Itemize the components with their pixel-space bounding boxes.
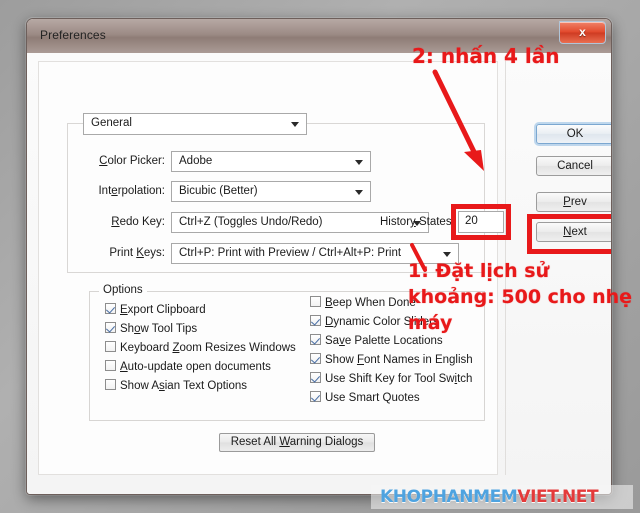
- history-states-label: History States: [380, 216, 452, 228]
- watermark: KHOPHANMEMVIET.NET: [371, 485, 633, 509]
- reset-all-warning-dialogs-button[interactable]: Reset All Warning Dialogs: [219, 433, 375, 452]
- prev-button[interactable]: Prev: [536, 192, 611, 212]
- annotation-step-2: 2: nhấn 4 lần: [412, 44, 560, 68]
- checkbox-icon: [310, 334, 321, 345]
- checkbox-use-shift-key-for-tool-switch[interactable]: Use Shift Key for Tool Switch: [310, 372, 472, 386]
- checkbox-label: Beep When Done: [325, 297, 416, 309]
- interpolation-value: Bicubic (Better): [179, 185, 258, 197]
- chevron-down-icon: [355, 190, 363, 195]
- checkbox-save-palette-locations[interactable]: Save Palette Locations: [310, 334, 443, 348]
- checkbox-icon: [105, 303, 116, 314]
- interpolation-dropdown[interactable]: Bicubic (Better): [171, 181, 371, 202]
- interpolation-label: Interpolation:: [98, 185, 165, 197]
- checkbox-show-font-names-in-english[interactable]: Show Font Names in English: [310, 353, 473, 367]
- annotation-step-1: 1: Đặt lịch sử khoảng: 500 cho nhẹ máy: [408, 260, 633, 334]
- color-picker-label: Color Picker:: [99, 155, 165, 167]
- checkbox-label: Show Tool Tips: [120, 323, 198, 335]
- checkbox-icon: [310, 353, 321, 364]
- checkbox-label: Auto-update open documents: [120, 361, 271, 373]
- watermark-red-part: VIET.NET: [517, 487, 599, 507]
- window-title: Preferences: [40, 28, 106, 42]
- checkbox-icon: [310, 372, 321, 383]
- checkbox-show-tool-tips[interactable]: Show Tool Tips: [105, 322, 197, 336]
- checkbox-icon: [310, 315, 321, 326]
- checkbox-label: Keyboard Zoom Resizes Windows: [120, 342, 296, 354]
- checkbox-icon: [105, 341, 116, 352]
- checkbox-auto-update-open-documents[interactable]: Auto-update open documents: [105, 360, 271, 374]
- category-dropdown[interactable]: General: [83, 113, 307, 135]
- checkbox-label: Save Palette Locations: [325, 335, 443, 347]
- checkbox-beep-when-done[interactable]: Beep When Done: [310, 296, 416, 310]
- color-picker-value: Adobe: [179, 155, 213, 167]
- checkbox-icon: [310, 296, 321, 307]
- checkbox-icon: [310, 391, 321, 402]
- close-icon[interactable]: x: [559, 21, 606, 44]
- settings-group-frame-top-left: [67, 123, 83, 124]
- redo-key-label: Redo Key:: [111, 216, 165, 228]
- preferences-dialog: Preferences x General Color Picker: Adob…: [26, 18, 612, 495]
- checkbox-use-smart-quotes[interactable]: Use Smart Quotes: [310, 391, 420, 405]
- checkbox-keyboard-zoom-resizes-windows[interactable]: Keyboard Zoom Resizes Windows: [105, 341, 296, 355]
- chevron-down-icon: [355, 160, 363, 165]
- checkbox-show-asian-text-options[interactable]: Show Asian Text Options: [105, 379, 247, 393]
- checkbox-label: Use Shift Key for Tool Switch: [325, 373, 473, 385]
- history-states-input[interactable]: 20: [458, 211, 504, 233]
- chevron-down-icon: [291, 122, 299, 127]
- watermark-blue-part: KHOPHANMEM: [380, 487, 518, 507]
- checkbox-export-clipboard[interactable]: Export Clipboard: [105, 303, 206, 317]
- checkbox-label: Show Font Names in English: [325, 354, 473, 366]
- color-picker-dropdown[interactable]: Adobe: [171, 151, 371, 172]
- print-keys-label: Print Keys:: [109, 247, 165, 259]
- category-dropdown-value: General: [91, 117, 132, 129]
- ok-button[interactable]: OK: [536, 124, 611, 144]
- chevron-down-icon: [443, 252, 451, 257]
- options-group-label: Options: [99, 284, 147, 296]
- checkbox-icon: [105, 360, 116, 371]
- checkbox-icon: [105, 322, 116, 333]
- watermark-text: KHOPHANMEMVIET.NET: [380, 487, 599, 507]
- redo-key-value: Ctrl+Z (Toggles Undo/Redo): [179, 216, 323, 228]
- checkbox-label: Use Smart Quotes: [325, 392, 420, 404]
- checkbox-label: Export Clipboard: [120, 304, 206, 316]
- next-button[interactable]: Next: [536, 222, 611, 242]
- checkbox-label: Show Asian Text Options: [120, 380, 248, 392]
- cancel-button[interactable]: Cancel: [536, 156, 611, 176]
- settings-group-frame-top-right: [307, 123, 485, 124]
- checkbox-icon: [105, 379, 116, 390]
- print-keys-value: Ctrl+P: Print with Preview / Ctrl+Alt+P:…: [179, 247, 402, 259]
